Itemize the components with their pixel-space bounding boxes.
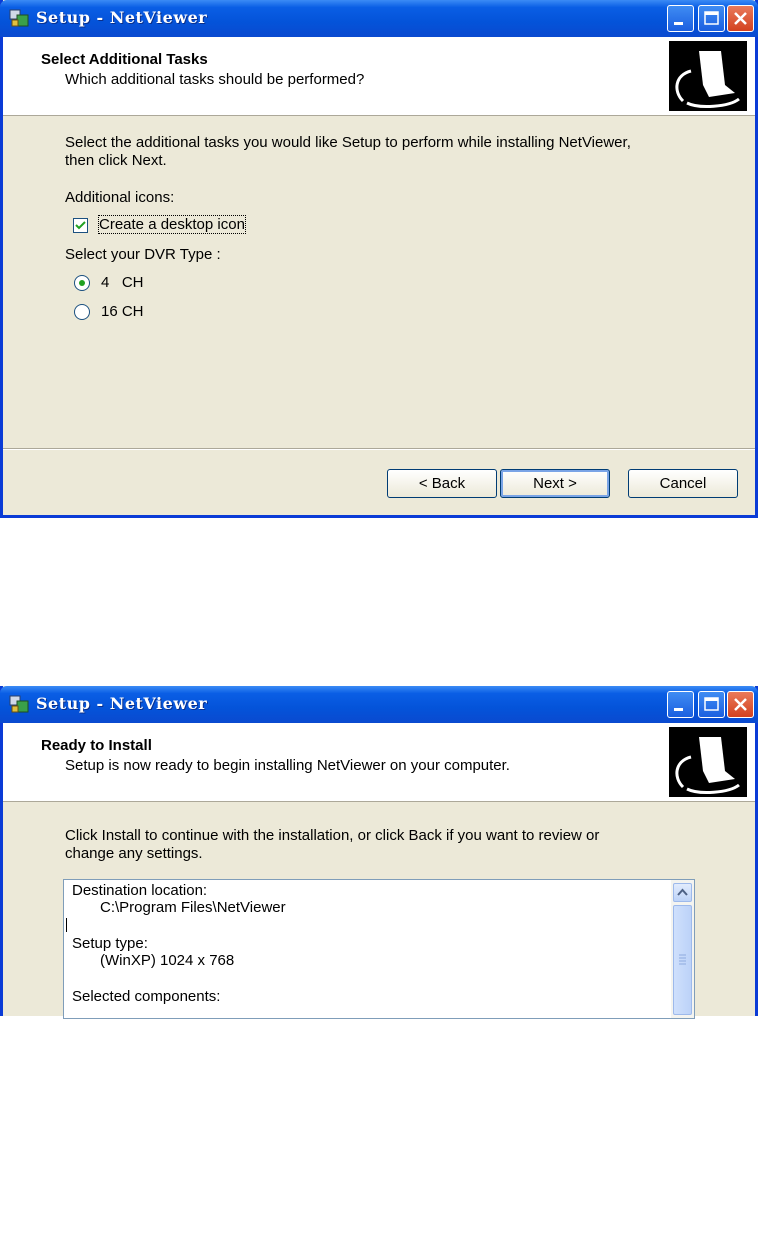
cancel-button[interactable]: Cancel [628,469,738,498]
chevron-up-icon [677,888,688,896]
radio-16ch-label[interactable]: 16 CH [101,303,144,320]
close-icon [734,12,747,25]
footer-divider [3,448,755,450]
page-title: Select Additional Tasks [41,51,208,68]
close-button[interactable] [727,691,754,718]
page-subtitle: Which additional tasks should be perform… [65,71,365,88]
destination-label: Destination location: [72,882,208,899]
setup-window-select-tasks: Setup - NetViewer Select Additional Task… [0,0,758,518]
computer-logo-icon [669,41,747,111]
setup-window-ready-to-install: Setup - NetViewer Ready to Install Setup… [0,686,758,1019]
minimize-button[interactable] [667,691,694,718]
close-icon [734,698,747,711]
radio-selected-dot [79,280,85,286]
back-button[interactable]: < Back [387,469,497,498]
maximize-button[interactable] [698,5,725,32]
maximize-icon [704,697,719,711]
maximize-icon [704,11,719,25]
title-bar[interactable]: Setup - NetViewer [0,686,758,723]
minimize-button[interactable] [667,5,694,32]
page-subtitle: Setup is now ready to begin installing N… [65,757,510,774]
next-button[interactable]: Next > [500,469,610,498]
page-title: Ready to Install [41,737,152,754]
components-label: Selected components: [72,988,221,1005]
setup-app-icon [9,9,29,27]
instruction-text: Click Install to continue with the insta… [65,827,705,863]
desktop-icon-checkbox[interactable] [73,218,88,233]
instruction-text: Select the additional tasks you would li… [65,134,705,170]
destination-value: C:\Program Files\NetViewer [100,899,286,916]
dvr-type-label: Select your DVR Type : [65,246,221,263]
radio-4ch[interactable] [74,275,90,291]
setup-type-value: (WinXP) 1024 x 768 [100,952,235,969]
scroll-up-button[interactable] [673,883,692,902]
checkmark-icon [75,221,86,230]
window-title: Setup - NetViewer [36,8,208,27]
text-caret [66,918,67,932]
vertical-scrollbar[interactable] [671,880,694,1018]
computer-logo-icon [669,727,747,797]
minimize-icon [674,708,683,711]
wizard-header: Ready to Install Setup is now ready to b… [3,723,755,802]
radio-4ch-label[interactable]: 4 CH [101,274,144,291]
setup-app-icon [9,695,29,713]
instruction-line: Click Install to continue with the insta… [65,827,600,844]
window-title: Setup - NetViewer [36,694,208,713]
wizard-header: Select Additional Tasks Which additional… [3,37,755,116]
maximize-button[interactable] [698,691,725,718]
additional-icons-label: Additional icons: [65,189,175,206]
desktop-icon-label[interactable]: Create a desktop icon [98,215,246,234]
setup-type-label: Setup type: [72,935,148,952]
instruction-line: Select the additional tasks you would li… [65,134,631,151]
instruction-line: change any settings. [65,845,203,862]
grip-icon [679,954,686,965]
title-bar[interactable]: Setup - NetViewer [0,0,758,37]
minimize-icon [674,22,683,25]
instruction-line: then click Next. [65,152,167,169]
close-button[interactable] [727,5,754,32]
radio-16ch[interactable] [74,304,90,320]
scroll-thumb[interactable] [673,905,692,1015]
install-summary-box[interactable]: Destination location: C:\Program Files\N… [63,879,695,1019]
